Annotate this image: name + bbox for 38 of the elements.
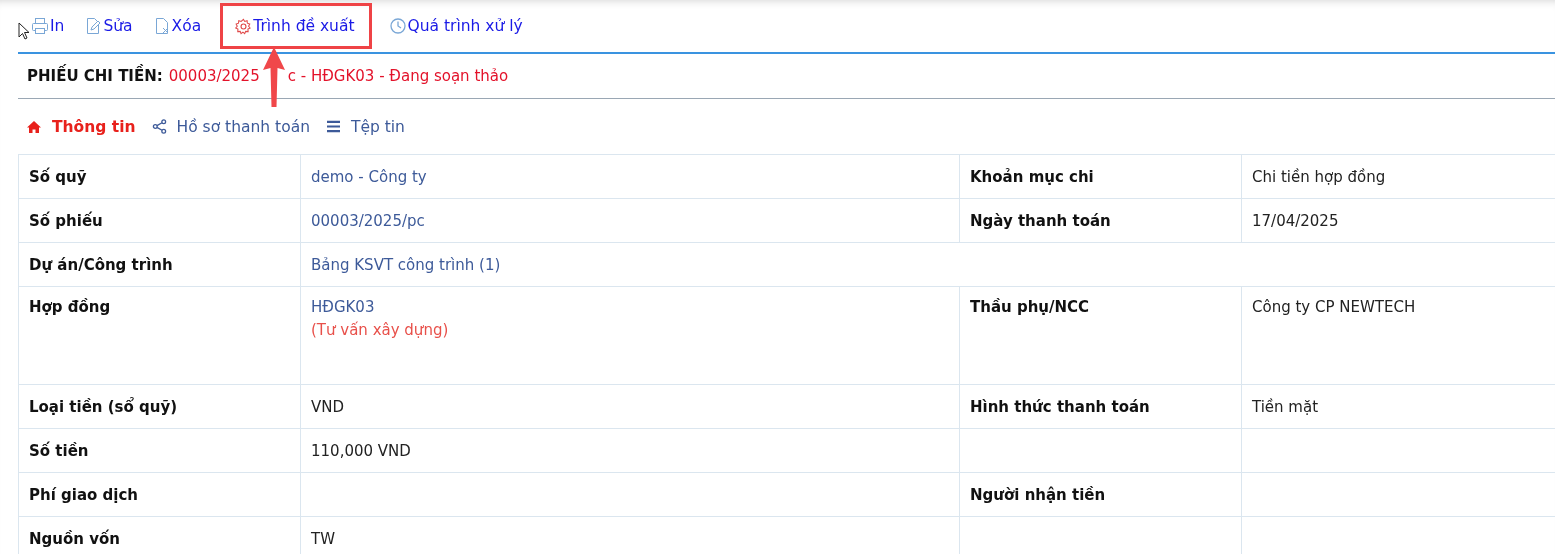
edit-file-icon (84, 17, 103, 35)
field-value: TW (311, 529, 336, 548)
field-label: Khoản mục chi (959, 154, 1242, 199)
field-label: Người nhận tiền (959, 472, 1242, 517)
field-note: (Tư vấn xây dựng) (311, 321, 450, 339)
field-value: 110,000 VND (311, 441, 412, 460)
field-label: Số quỹ (18, 154, 301, 199)
mouse-cursor-icon (18, 22, 30, 40)
share-icon (151, 119, 167, 134)
field-label: Số tiền (18, 428, 301, 473)
document-reference: c - HĐGK03 - Đang soạn thảo (287, 67, 509, 85)
history-button[interactable]: Quá trình xử lý (381, 3, 530, 49)
submit-proposal-button[interactable]: Trình đề xuất (220, 3, 372, 49)
field-label: Hình thức thanh toán (959, 384, 1242, 429)
delete-button[interactable]: Xóa (145, 3, 209, 49)
field-label: Dự án/Công trình (18, 242, 301, 287)
field-value: VND (311, 397, 346, 416)
printer-icon (31, 17, 49, 35)
field-label: Loại tiền (sổ quỹ) (18, 384, 301, 429)
field-label: Thầu phụ/NCC (959, 286, 1242, 385)
tab[interactable]: Hồ sơ thanh toán (151, 117, 310, 136)
field-label: Nguồn vốn (18, 516, 301, 554)
home-icon (26, 119, 42, 134)
tab[interactable]: Tệp tin (325, 117, 405, 136)
field-label: Phí giao dịch (18, 472, 301, 517)
field-link[interactable]: HĐGK03 (311, 298, 949, 316)
annotation-arrow (261, 46, 286, 108)
document-reference: 00003/2025 (168, 67, 260, 85)
menu-icon (325, 120, 341, 133)
field-label: Số phiếu (18, 198, 301, 243)
tab[interactable]: Thông tin (26, 117, 136, 136)
field-label: Hợp đồng (18, 286, 301, 385)
clock-icon (388, 17, 407, 35)
print-button[interactable]: In (24, 3, 72, 49)
field-label: Ngày thanh toán (959, 198, 1242, 243)
field-value: Chi tiền hợp đồng (1241, 154, 1555, 199)
settings-icon (235, 17, 253, 35)
edit-button[interactable]: Sửa (77, 3, 140, 49)
